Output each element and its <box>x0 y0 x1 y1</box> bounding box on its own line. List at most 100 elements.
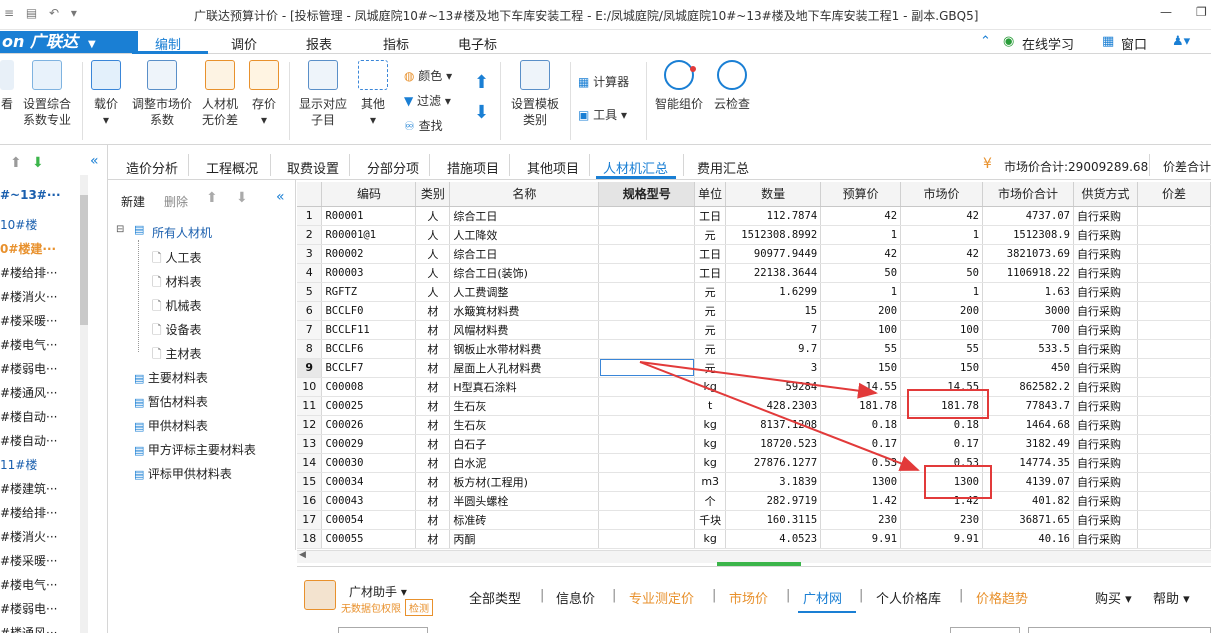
cell-category[interactable]: 材 <box>415 377 451 397</box>
source-gcw[interactable]: 广材网 <box>803 588 842 607</box>
cell-market-total[interactable]: 3000 <box>982 301 1074 321</box>
cell-unit[interactable]: 千块 <box>694 510 727 530</box>
cell-unit[interactable]: kg <box>694 415 727 435</box>
cell-name[interactable]: 屋面上人孔材料费 <box>449 358 600 378</box>
cell-market-total[interactable]: 36871.65 <box>982 510 1074 530</box>
check-button[interactable]: 检测 <box>405 599 433 616</box>
cell-supply-mode[interactable]: 自行采购 <box>1073 453 1138 473</box>
window-menu[interactable]: 窗口 <box>1121 34 1147 53</box>
cell-spec[interactable] <box>598 377 696 397</box>
cell-budget-price[interactable]: 1 <box>820 225 902 245</box>
delete-button[interactable]: 删除 <box>164 193 188 210</box>
nav-item[interactable]: #楼自动··· <box>0 432 58 449</box>
cell-market-total[interactable]: 1106918.22 <box>982 263 1074 283</box>
cell-unit[interactable]: kg <box>694 377 727 397</box>
cell-budget-price[interactable]: 1.42 <box>820 491 902 511</box>
cell-category[interactable]: 材 <box>415 358 451 378</box>
cell-supply-mode[interactable]: 自行采购 <box>1073 358 1138 378</box>
tree-item-eval-owner-supplied[interactable]: ▤ 评标甲供材料表 <box>134 465 232 482</box>
cell-budget-price[interactable]: 9.91 <box>820 529 902 549</box>
cell-category[interactable]: 材 <box>415 434 451 454</box>
cell-price-diff[interactable] <box>1137 491 1211 511</box>
cell-name[interactable]: 综合工日 <box>449 244 600 264</box>
cell-category[interactable]: 材 <box>415 339 451 359</box>
cell-market-price[interactable]: 55 <box>900 339 984 359</box>
filter-button[interactable]: ▼ 过滤 ▾ <box>404 92 451 109</box>
table-row[interactable]: 6 BCCLF0 材水簸箕材料费元 15 200 200 3000 自行采购 <box>297 301 1211 321</box>
cloud-check-button[interactable]: 云检查 <box>712 60 752 112</box>
cell-category[interactable]: 材 <box>415 396 451 416</box>
tree-item-main-material[interactable]: 🗋 主材表 <box>152 345 201 366</box>
tab-sections[interactable]: 分部分项 <box>367 158 419 177</box>
cell-budget-price[interactable]: 42 <box>820 244 902 264</box>
quick-access-icons[interactable]: ≡ ▤ ↶ ▾ <box>4 6 81 20</box>
cell-market-total[interactable]: 1464.68 <box>982 415 1074 435</box>
cell-quantity[interactable]: 27876.1277 <box>725 453 822 473</box>
load-price-button[interactable]: 载价 ▾ <box>88 60 124 128</box>
table-row[interactable]: 1 R00001 人综合工日 工日 112.7874 42 42 4737.07 自行采购 <box>297 206 1211 226</box>
nav-item[interactable]: #楼通风··· <box>0 624 58 633</box>
collapse-ribbon-icon[interactable]: ⌃ <box>980 34 991 49</box>
cell-price-diff[interactable] <box>1137 301 1211 321</box>
cell-quantity[interactable]: 3.1839 <box>725 472 822 492</box>
cell-supply-mode[interactable]: 自行采购 <box>1073 396 1138 416</box>
cell-market-total[interactable]: 533.5 <box>982 339 1074 359</box>
cell-spec[interactable] <box>598 491 696 511</box>
table-row[interactable]: 3 R00002 人综合工日 工日 90977.9449 42 42 3821073.69 自行… <box>297 244 1211 264</box>
cell-quantity[interactable]: 18720.523 <box>725 434 822 454</box>
cell-price-diff[interactable] <box>1137 263 1211 283</box>
move-up-icon[interactable]: ⬆ <box>206 190 218 206</box>
assistant-name[interactable]: 广材助手 ▾ <box>349 583 407 600</box>
source-personal-library[interactable]: 个人价格库 <box>876 588 941 607</box>
user-icon[interactable]: ♟▾ <box>1172 34 1190 49</box>
cell-supply-mode[interactable]: 自行采购 <box>1073 377 1138 397</box>
nav-item-selected[interactable]: 0#楼建··· <box>0 240 56 257</box>
cell-market-total[interactable]: 14774.35 <box>982 453 1074 473</box>
tab-cost-analysis[interactable]: 造价分析 <box>126 158 178 177</box>
cell-price-diff[interactable] <box>1137 453 1211 473</box>
tree-item-provisional[interactable]: ▤ 暂估材料表 <box>134 393 208 410</box>
cell-spec[interactable] <box>598 206 696 226</box>
cell-name[interactable]: 白水泥 <box>449 453 600 473</box>
cell-code[interactable]: C00025 <box>321 396 417 416</box>
tools-button[interactable]: ▣ 工具 ▾ <box>578 106 627 123</box>
cell-price-diff[interactable] <box>1137 377 1211 397</box>
header-supply-mode[interactable]: 供货方式 <box>1073 182 1138 207</box>
cell-market-total[interactable]: 700 <box>982 320 1074 340</box>
cell-market-total[interactable]: 4737.07 <box>982 206 1074 226</box>
move-down-icon[interactable]: ⬇ <box>32 155 44 171</box>
cell-spec[interactable] <box>598 529 696 549</box>
nav-item[interactable]: #楼建筑··· <box>0 480 58 497</box>
tree-item-key-material[interactable]: ▤ 主要材料表 <box>134 369 208 386</box>
tree-item-material[interactable]: 🗋 材料表 <box>152 273 201 294</box>
table-row[interactable]: 17 C00054 材标准砖 千块 160.3115 230 230 36871.65 自行采购 <box>297 510 1211 530</box>
cell-category[interactable]: 材 <box>415 472 451 492</box>
cell-market-price[interactable]: 1 <box>900 225 984 245</box>
cell-price-diff[interactable] <box>1137 244 1211 264</box>
cell-code[interactable]: BCCLF6 <box>321 339 417 359</box>
restore-button[interactable]: ❐ <box>1196 5 1207 19</box>
cell-unit[interactable]: 工日 <box>694 244 727 264</box>
labor-no-diff-button[interactable]: 人材机 无价差 <box>200 60 240 128</box>
cell-budget-price[interactable]: 200 <box>820 301 902 321</box>
cell-category[interactable]: 材 <box>415 529 451 549</box>
cell-quantity[interactable]: 3 <box>725 358 822 378</box>
search-field[interactable] <box>338 627 428 633</box>
table-row[interactable]: 5 RGFTZ 人人工费调整元 1.6299 1 1 1.63 自行采购 <box>297 282 1211 302</box>
cell-spec[interactable] <box>598 396 696 416</box>
nav-item[interactable]: #楼弱电··· <box>0 600 58 617</box>
header-name[interactable]: 名称 <box>449 182 600 207</box>
table-row[interactable]: 9 BCCLF7 材屋面上人孔材料费元 3 150 150 450 自行采购 <box>297 358 1211 378</box>
collapse-nav-icon[interactable]: « <box>90 153 99 169</box>
move-down-icon[interactable]: ⬇ <box>236 190 248 206</box>
cell-budget-price[interactable]: 100 <box>820 320 902 340</box>
tab-fee-settings[interactable]: 取费设置 <box>287 158 339 177</box>
cell-supply-mode[interactable]: 自行采购 <box>1073 434 1138 454</box>
set-coef-button[interactable]: 设置综合 系数专业 <box>22 60 72 128</box>
cell-quantity[interactable]: 15 <box>725 301 822 321</box>
cell-budget-price[interactable]: 0.18 <box>820 415 902 435</box>
move-down-icon[interactable]: ⬇ <box>474 102 489 123</box>
cell-code[interactable]: C00029 <box>321 434 417 454</box>
cell-code[interactable]: C00043 <box>321 491 417 511</box>
nav-item[interactable]: #楼给排··· <box>0 264 58 281</box>
